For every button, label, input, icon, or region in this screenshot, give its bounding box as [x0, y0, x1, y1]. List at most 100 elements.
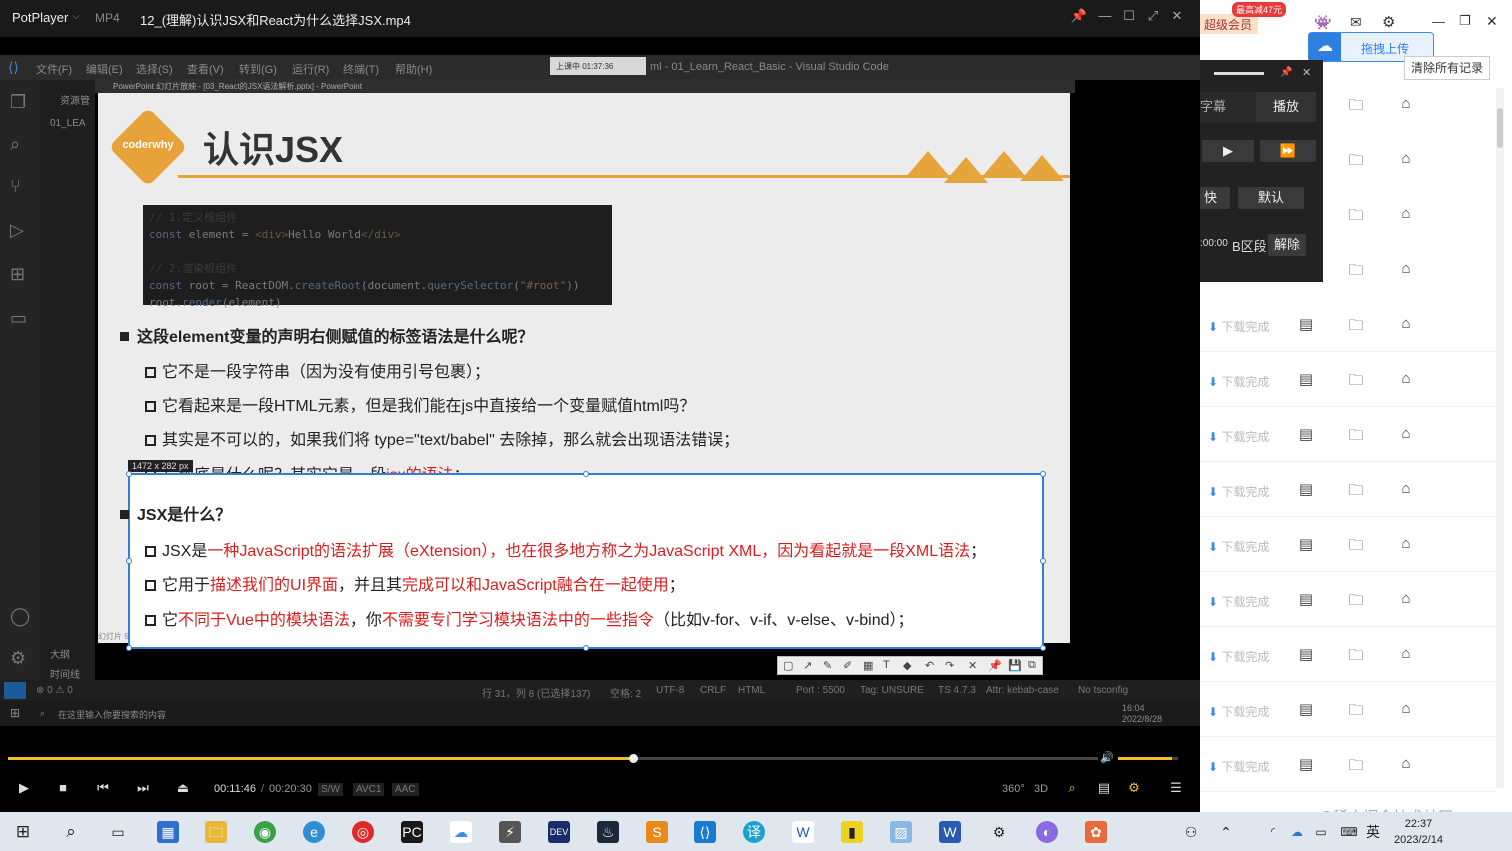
share-icon[interactable]: ⌂: [1397, 370, 1415, 388]
cloud-icon[interactable]: ☁: [1286, 821, 1308, 843]
share-icon[interactable]: ⌂: [1397, 205, 1415, 223]
resize-handle[interactable]: [583, 471, 589, 477]
folder-icon[interactable]: 🗀: [1347, 315, 1365, 334]
file-detail-icon[interactable]: ▤: [1297, 645, 1315, 663]
list-item[interactable]: 🗀 ⌂: [1323, 132, 1496, 187]
search-icon[interactable]: ⌕: [60, 821, 82, 843]
sw-tag[interactable]: S/W: [318, 783, 343, 796]
volume-slider[interactable]: [1118, 757, 1178, 760]
previous-icon[interactable]: ⏮: [93, 780, 113, 796]
settings-gear-icon[interactable]: ⚙: [1124, 780, 1144, 796]
resize-handle[interactable]: [126, 645, 132, 651]
share-icon[interactable]: ⌂: [1397, 535, 1415, 553]
stop-icon[interactable]: ■: [53, 780, 73, 795]
tab-play[interactable]: 播放: [1256, 92, 1316, 122]
marker-tool-icon[interactable]: ✐: [843, 659, 852, 672]
folder-icon[interactable]: 🗀: [1347, 150, 1365, 169]
system-clock[interactable]: 22:37 2023/2/14: [1394, 816, 1443, 848]
share-icon[interactable]: ⌂: [1397, 480, 1415, 498]
folder-icon[interactable]: 🗀: [1347, 700, 1365, 719]
seek-bar[interactable]: [8, 754, 1098, 763]
speed-fast-button[interactable]: 快: [1200, 187, 1230, 209]
line-tool-icon[interactable]: ↗: [803, 659, 812, 672]
menu-icon[interactable]: ☰: [1166, 780, 1186, 796]
netease-music-icon[interactable]: ◎: [352, 821, 374, 843]
rectangle-tool-icon[interactable]: ▢: [783, 659, 793, 672]
ime-indicator[interactable]: 英: [1362, 821, 1384, 843]
chevron-up-icon[interactable]: ⌃: [1215, 821, 1237, 843]
maximize-icon[interactable]: ☐: [1120, 8, 1138, 26]
folder-icon[interactable]: 🗀: [1347, 95, 1365, 114]
list-item[interactable]: 🗀 ⌂: [1323, 242, 1496, 297]
tab-subtitle[interactable]: 字幕: [1200, 92, 1256, 122]
cancel-icon[interactable]: ✕: [968, 659, 977, 672]
share-icon[interactable]: ⌂: [1397, 260, 1415, 278]
3d-button[interactable]: 3D: [1034, 783, 1048, 795]
wifi-icon[interactable]: ◜: [1262, 821, 1284, 843]
folder-icon[interactable]: 🗀: [1347, 645, 1365, 664]
minimize-icon[interactable]: —: [1096, 8, 1114, 26]
undo-icon[interactable]: ↶: [925, 659, 934, 672]
scroll-thumb[interactable]: [1497, 108, 1503, 148]
text-tool-icon[interactable]: T: [883, 659, 890, 671]
eject-icon[interactable]: ⏏: [173, 780, 193, 796]
wps-icon[interactable]: W: [792, 821, 814, 843]
download-row[interactable]: ⬇ 下载完成 ▤ 🗀 ⌂: [1200, 682, 1496, 737]
share-icon[interactable]: ⌂: [1397, 95, 1415, 113]
folder-icon[interactable]: 🗀: [1347, 480, 1365, 499]
audio-tag[interactable]: AAC: [392, 783, 419, 796]
panel-slider[interactable]: [1214, 72, 1264, 75]
seek-handle[interactable]: [628, 754, 638, 763]
chrome-icon[interactable]: ◉: [254, 821, 276, 843]
close-icon[interactable]: ✕: [1486, 13, 1498, 30]
minimize-icon[interactable]: —: [1432, 14, 1445, 29]
playlist-search-icon[interactable]: ⌕: [1062, 780, 1082, 796]
codec-tag[interactable]: AVC1: [353, 783, 385, 796]
vr-360-button[interactable]: 360°: [1002, 783, 1025, 795]
sublime-icon[interactable]: S: [646, 821, 668, 843]
stats-icon[interactable]: ▮: [841, 821, 863, 843]
share-icon[interactable]: ⌂: [1397, 590, 1415, 608]
download-row[interactable]: ⬇ 下载完成 ▤ 🗀 ⌂: [1200, 517, 1496, 572]
redo-icon[interactable]: ↷: [945, 659, 954, 672]
save-icon[interactable]: 💾: [1008, 659, 1022, 672]
mail-icon[interactable]: ✉: [1350, 14, 1362, 31]
thunder-icon[interactable]: ⚡: [499, 821, 521, 843]
subtitle-icon[interactable]: ▤: [1094, 780, 1114, 796]
steam-icon[interactable]: ♨: [597, 821, 619, 843]
folder-icon[interactable]: 🗀: [1347, 425, 1365, 444]
file-detail-icon[interactable]: ▤: [1297, 755, 1315, 773]
file-explorer-icon[interactable]: 🗀: [205, 821, 227, 843]
keyboard-icon[interactable]: ⌨: [1338, 821, 1360, 843]
pen-tool-icon[interactable]: ✎: [823, 659, 832, 672]
pin-icon[interactable]: 📌: [1070, 8, 1088, 26]
close-icon[interactable]: ✕: [1168, 8, 1186, 26]
download-row[interactable]: ⬇ 下载完成 ▤ 🗀 ⌂: [1200, 352, 1496, 407]
devecho-icon[interactable]: DEV: [548, 821, 570, 843]
vscode-icon[interactable]: ⟨⟩: [694, 821, 716, 843]
battery-icon[interactable]: ▭: [1310, 821, 1332, 843]
pycharm-icon[interactable]: PC: [401, 821, 423, 843]
game-icon[interactable]: 👾: [1314, 14, 1331, 31]
translate-icon[interactable]: 译: [743, 821, 765, 843]
folder-icon[interactable]: 🗀: [1347, 590, 1365, 609]
resize-handle[interactable]: [1040, 471, 1046, 477]
chevron-down-icon[interactable]: ⌵: [72, 11, 80, 22]
close-icon[interactable]: ✕: [1302, 66, 1311, 79]
folder-icon[interactable]: 🗀: [1347, 260, 1365, 279]
next-icon[interactable]: ⏭: [133, 780, 153, 796]
store-icon[interactable]: ▦: [157, 821, 179, 843]
list-item[interactable]: 🗀 ⌂: [1323, 187, 1496, 242]
folder-icon[interactable]: 🗀: [1347, 370, 1365, 389]
list-item[interactable]: 🗀 ⌂: [1323, 77, 1496, 132]
file-detail-icon[interactable]: ▤: [1297, 590, 1315, 608]
share-icon[interactable]: ⌂: [1397, 645, 1415, 663]
volume-icon[interactable]: 🔊: [1100, 751, 1114, 764]
people-icon[interactable]: ⚇: [1180, 821, 1202, 843]
folder-icon[interactable]: 🗀: [1347, 755, 1365, 774]
play-icon[interactable]: ▶: [1202, 140, 1254, 162]
resize-handle[interactable]: [583, 645, 589, 651]
pin-icon[interactable]: 📌: [988, 659, 1002, 672]
speed-default-button[interactable]: 默认: [1238, 187, 1304, 209]
screenshot-selection[interactable]: JSX是什么？ JSX是一种JavaScript的语法扩展（eXtension）…: [120, 471, 1046, 651]
